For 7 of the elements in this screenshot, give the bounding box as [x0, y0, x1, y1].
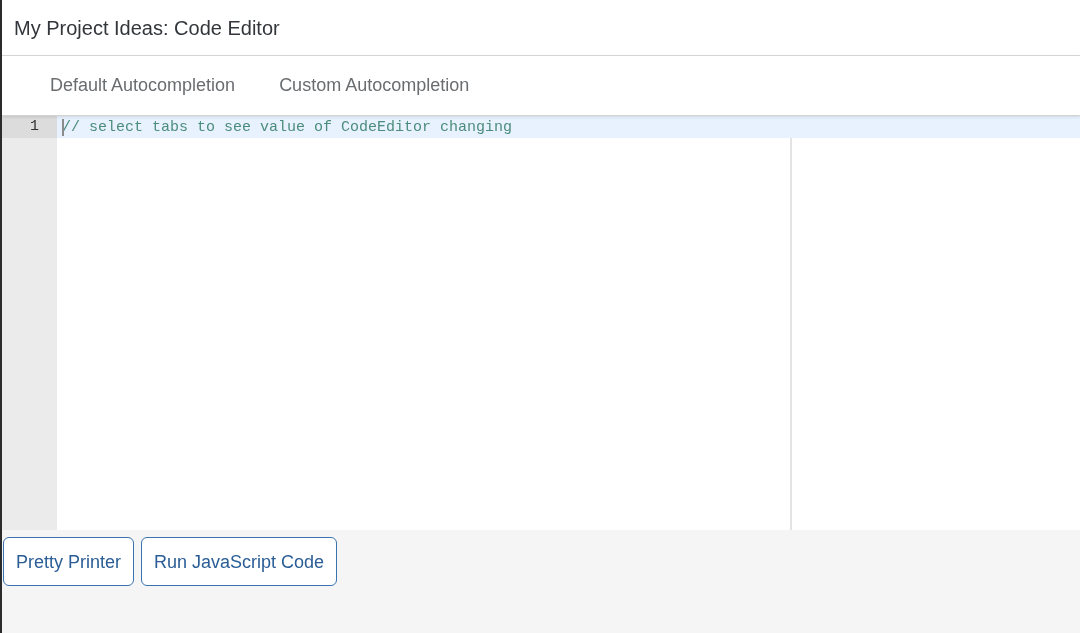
action-button[interactable]: Run JavaScript Code	[141, 537, 338, 586]
code-line: // select tabs to see value of CodeEditor changing	[62, 119, 513, 135]
line-number: 1	[2, 116, 57, 138]
tab[interactable]: Default Autocompletion	[50, 67, 236, 104]
page-title: My Project Ideas: Code Editor	[14, 17, 280, 38]
action-button[interactable]: Pretty Printer	[3, 537, 135, 586]
tab[interactable]: Custom Autocompletion	[279, 67, 470, 104]
